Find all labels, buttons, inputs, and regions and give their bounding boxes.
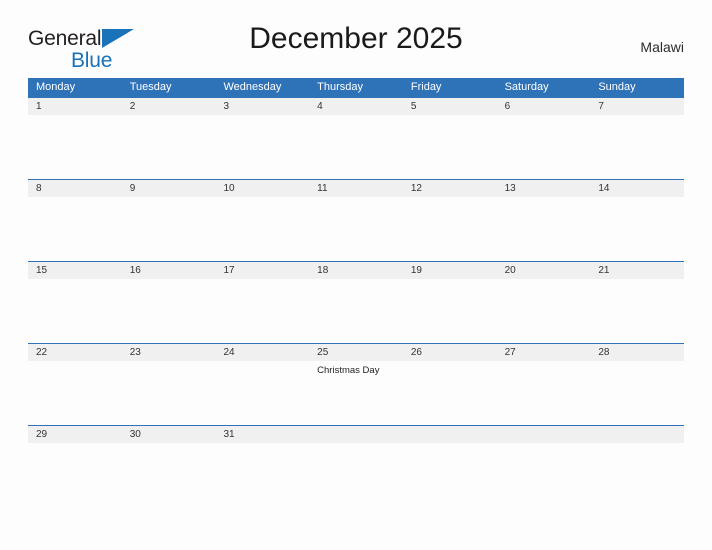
day-cell[interactable] — [28, 361, 122, 425]
weekday-header-thursday: Thursday — [317, 81, 364, 93]
day-cell[interactable] — [28, 115, 122, 179]
day-number[interactable]: 15 — [28, 262, 122, 279]
week-event-band — [28, 279, 684, 343]
day-cell[interactable] — [215, 443, 309, 507]
week-date-band: 29 30 31 — [28, 425, 684, 443]
calendar-grid: Monday Tuesday Wednesday Thursday Friday… — [28, 78, 684, 507]
week-date-band: 1 2 3 4 5 6 7 — [28, 97, 684, 115]
calendar-week-row: 29 30 31 — [28, 425, 684, 507]
day-cell[interactable] — [215, 361, 309, 425]
day-number[interactable]: 26 — [403, 344, 497, 361]
day-cell[interactable]: Christmas Day — [309, 361, 403, 425]
day-number[interactable]: 2 — [122, 98, 216, 115]
weekday-header-sunday: Sunday — [598, 81, 636, 93]
day-number[interactable]: 18 — [309, 262, 403, 279]
day-cell[interactable] — [590, 361, 684, 425]
day-number[interactable]: 17 — [215, 262, 309, 279]
week-date-band: 15 16 17 18 19 20 21 — [28, 261, 684, 279]
day-number-empty — [497, 426, 591, 443]
day-cell[interactable] — [215, 115, 309, 179]
day-number[interactable]: 13 — [497, 180, 591, 197]
day-cell[interactable] — [28, 279, 122, 343]
day-cell[interactable] — [497, 361, 591, 425]
day-cell-empty — [497, 443, 591, 507]
calendar-page: General Blue December 2025 Malawi Monday… — [0, 0, 712, 550]
day-number-empty — [403, 426, 497, 443]
day-number[interactable]: 24 — [215, 344, 309, 361]
day-number[interactable]: 10 — [215, 180, 309, 197]
day-number[interactable]: 8 — [28, 180, 122, 197]
day-number[interactable]: 31 — [215, 426, 309, 443]
day-cell[interactable] — [590, 279, 684, 343]
day-number[interactable]: 19 — [403, 262, 497, 279]
week-event-band: Christmas Day — [28, 361, 684, 425]
weekday-header-monday: Monday — [36, 81, 76, 93]
day-cell[interactable] — [215, 279, 309, 343]
weekday-header-saturday: Saturday — [504, 81, 549, 93]
day-number[interactable]: 3 — [215, 98, 309, 115]
day-cell[interactable] — [497, 279, 591, 343]
page-title: December 2025 — [249, 22, 463, 55]
day-cell[interactable] — [309, 197, 403, 261]
day-number[interactable]: 29 — [28, 426, 122, 443]
day-cell[interactable] — [590, 115, 684, 179]
day-cell[interactable] — [403, 279, 497, 343]
day-cell[interactable] — [309, 279, 403, 343]
day-number-empty — [590, 426, 684, 443]
day-cell[interactable] — [122, 443, 216, 507]
day-number[interactable]: 12 — [403, 180, 497, 197]
day-cell-empty — [403, 443, 497, 507]
weekday-header-friday: Friday — [410, 81, 442, 93]
day-number[interactable]: 25 — [309, 344, 403, 361]
day-number[interactable]: 23 — [122, 344, 216, 361]
week-event-band — [28, 443, 684, 507]
day-number[interactable]: 27 — [497, 344, 591, 361]
day-cell[interactable] — [215, 197, 309, 261]
day-cell[interactable] — [28, 443, 122, 507]
week-event-band — [28, 115, 684, 179]
weekday-header-row: Monday Tuesday Wednesday Thursday Friday… — [28, 78, 684, 97]
week-date-band: 8 9 10 11 12 13 14 — [28, 179, 684, 197]
day-number[interactable]: 16 — [122, 262, 216, 279]
day-number[interactable]: 21 — [590, 262, 684, 279]
day-cell[interactable] — [122, 279, 216, 343]
day-number[interactable]: 20 — [497, 262, 591, 279]
day-number[interactable]: 28 — [590, 344, 684, 361]
day-cell-empty — [590, 443, 684, 507]
page-header: General Blue December 2025 Malawi — [28, 22, 684, 71]
day-number[interactable]: 30 — [122, 426, 216, 443]
week-event-band — [28, 197, 684, 261]
day-number[interactable]: 11 — [309, 180, 403, 197]
day-number[interactable]: 22 — [28, 344, 122, 361]
day-cell-empty — [309, 443, 403, 507]
day-cell[interactable] — [122, 197, 216, 261]
day-number[interactable]: 1 — [28, 98, 122, 115]
day-number[interactable]: 14 — [590, 180, 684, 197]
calendar-week-row: 15 16 17 18 19 20 21 — [28, 261, 684, 343]
day-cell[interactable] — [590, 197, 684, 261]
calendar-week-row: 22 23 24 25 26 27 28 Christmas Day — [28, 343, 684, 425]
country-label: Malawi — [640, 39, 684, 55]
weekday-header-wednesday: Wednesday — [223, 81, 282, 93]
day-cell[interactable] — [403, 115, 497, 179]
day-cell[interactable] — [403, 197, 497, 261]
calendar-week-row: 8 9 10 11 12 13 14 — [28, 179, 684, 261]
day-cell[interactable] — [122, 361, 216, 425]
day-cell[interactable] — [28, 197, 122, 261]
day-cell[interactable] — [497, 115, 591, 179]
calendar-week-row: 1 2 3 4 5 6 7 — [28, 97, 684, 179]
day-number[interactable]: 4 — [309, 98, 403, 115]
day-number-empty — [309, 426, 403, 443]
christmas-day-event: Christmas Day — [317, 365, 380, 376]
day-number[interactable]: 9 — [122, 180, 216, 197]
day-cell[interactable] — [122, 115, 216, 179]
week-date-band: 22 23 24 25 26 27 28 — [28, 343, 684, 361]
day-number[interactable]: 5 — [403, 98, 497, 115]
day-number[interactable]: 7 — [590, 98, 684, 115]
day-cell[interactable] — [403, 361, 497, 425]
weekday-header-tuesday: Tuesday — [129, 81, 172, 93]
day-number[interactable]: 6 — [497, 98, 591, 115]
day-cell[interactable] — [497, 197, 591, 261]
day-cell[interactable] — [309, 115, 403, 179]
